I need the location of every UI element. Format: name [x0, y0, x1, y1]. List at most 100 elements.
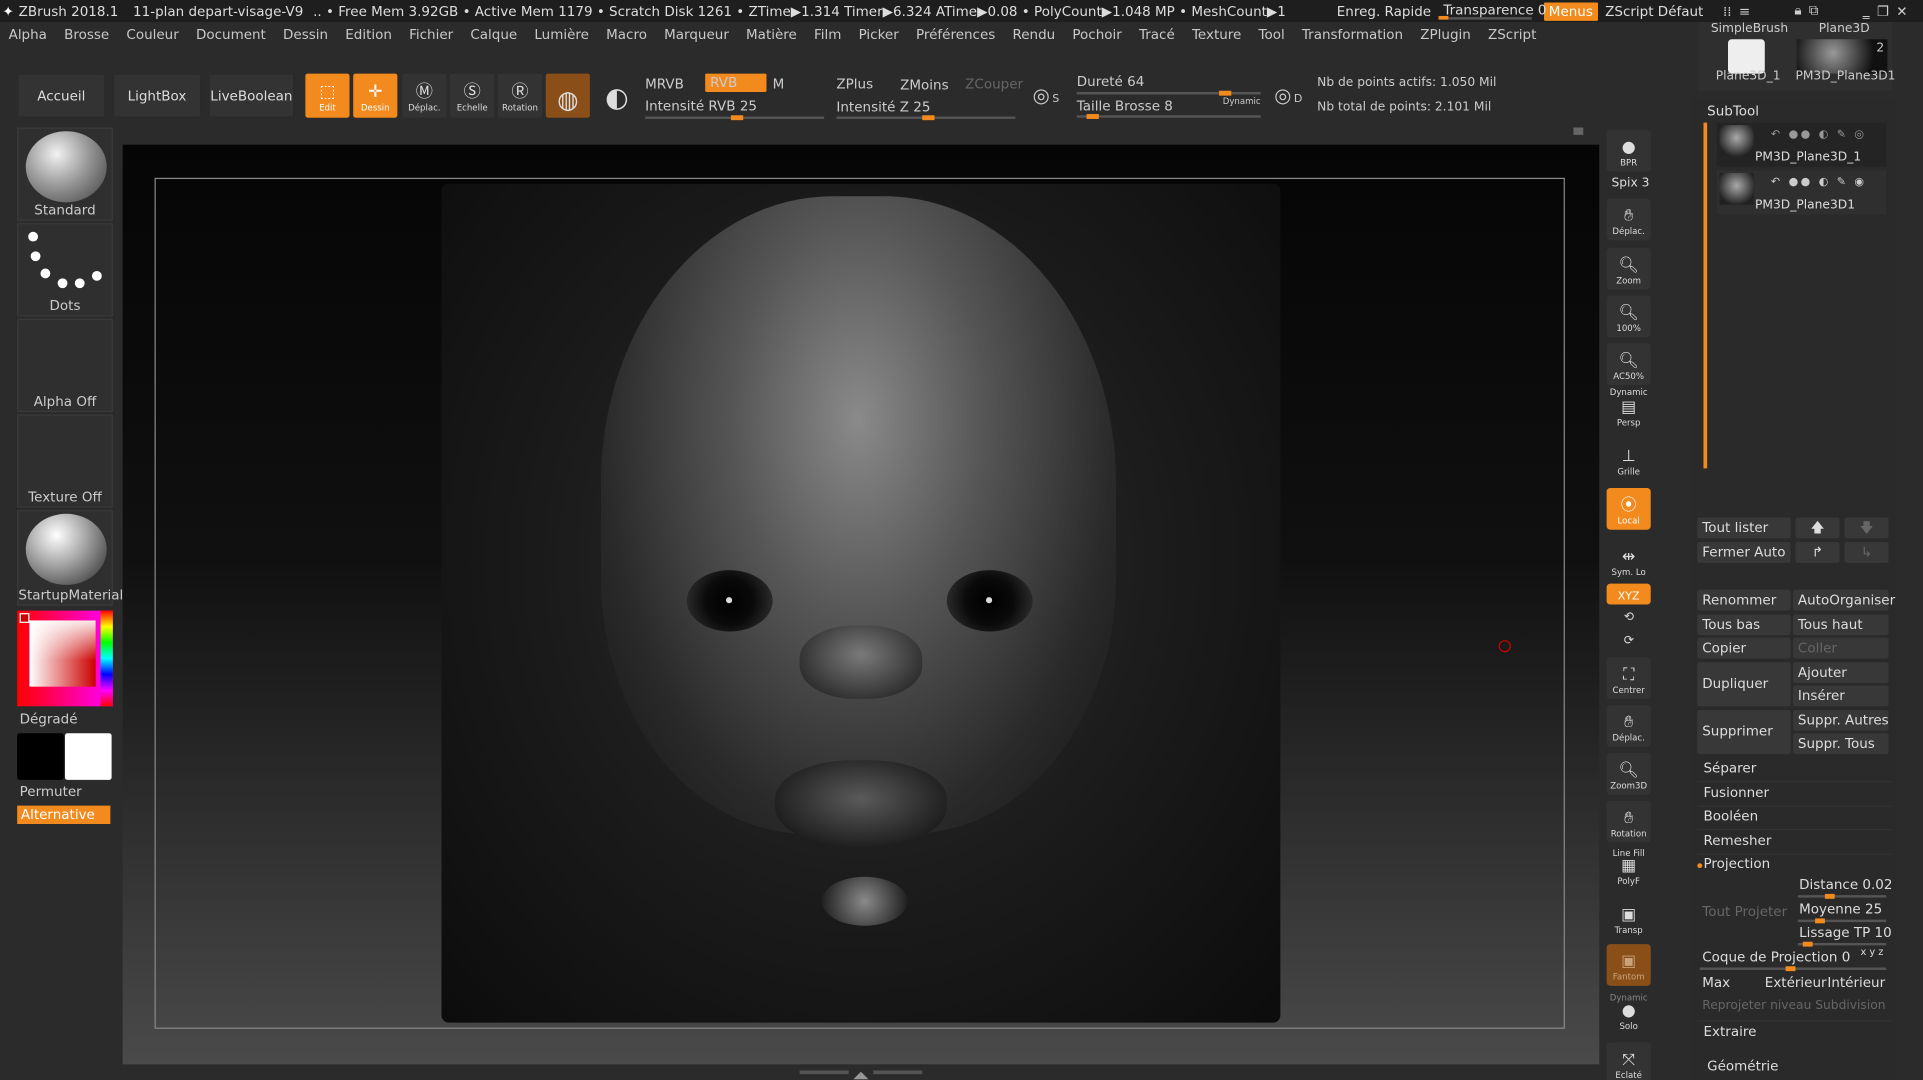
ajouter-button[interactable]: Ajouter — [1792, 662, 1889, 683]
brush-standard[interactable]: Standard — [17, 127, 113, 221]
renommer-button[interactable]: Renommer — [1697, 589, 1791, 611]
permuter-button[interactable]: Permuter — [20, 784, 82, 800]
projection-section[interactable]: Projection — [1703, 856, 1770, 872]
supprimer-button[interactable]: Supprimer — [1697, 709, 1791, 755]
move-up-button[interactable]: 🡅 — [1795, 517, 1840, 539]
sym-local-button[interactable]: ⇹ Sym. Lo — [1606, 539, 1651, 582]
transp-button[interactable]: ▣ Transp — [1606, 897, 1651, 940]
dupliquer-button[interactable]: Dupliquer — [1697, 662, 1791, 707]
m-toggle[interactable]: M — [773, 76, 785, 92]
centrer-button[interactable]: ⛶ Centrer — [1606, 657, 1651, 699]
menus-toggle[interactable]: Menus — [1543, 1, 1598, 21]
spix-slider[interactable]: Spix 3 — [1611, 177, 1649, 190]
remesher-section[interactable]: Remesher — [1703, 833, 1771, 849]
subtool-title[interactable]: SubTool — [1707, 103, 1759, 119]
quicksave-button[interactable]: Enreg. Rapide — [1337, 3, 1431, 19]
menu-item[interactable]: Film — [805, 25, 850, 47]
rotate-z-icon[interactable]: ⟳ — [1624, 634, 1634, 647]
layout-icon[interactable]: ⁞⁞ — [1723, 3, 1732, 19]
coque-axes[interactable]: x y z — [1860, 947, 1883, 958]
subtool-item[interactable]: ↶ ●● ◐ ✎ ◎ PM3D_Plane3D_1 — [1716, 122, 1887, 167]
menu-item[interactable]: Préférences — [907, 25, 1004, 47]
suppr-autres-button[interactable]: Suppr. Autres — [1792, 709, 1889, 731]
menu-item[interactable]: ZScript — [1479, 25, 1545, 47]
dessin-button[interactable]: ✛ Dessin — [353, 73, 398, 118]
menu-item[interactable]: Texture — [1183, 25, 1250, 47]
menu-item[interactable]: ZPlugin — [1412, 25, 1480, 47]
menu-item[interactable]: Tracé — [1130, 25, 1183, 47]
deplac-3d-button[interactable]: ✋︎ Déplac. — [1606, 705, 1651, 747]
pm3d-thumb[interactable] — [1796, 39, 1888, 74]
menu-item[interactable]: Picker — [850, 25, 907, 47]
color-square[interactable] — [29, 620, 96, 687]
bpr-button[interactable]: ● BPR — [1606, 129, 1651, 172]
subtool-scrollbar[interactable] — [1703, 122, 1708, 469]
alpha-slot[interactable]: Alpha Off — [17, 318, 113, 413]
alternative-button[interactable]: Alternative — [17, 805, 111, 825]
plane3d-thumb[interactable] — [1727, 39, 1765, 74]
menu-item[interactable]: Rendu — [1004, 25, 1064, 47]
accueil-button[interactable]: Accueil — [17, 73, 106, 118]
tous-haut-button[interactable]: Tous haut — [1792, 614, 1889, 636]
geometrie-section[interactable]: Géométrie — [1707, 1058, 1778, 1074]
grille-button[interactable]: ⊥ Grille — [1606, 438, 1651, 481]
primary-color-swatch[interactable] — [17, 733, 64, 780]
tout-projeter-button[interactable]: Tout Projeter — [1702, 904, 1787, 920]
menu-item[interactable]: Macro — [598, 25, 656, 47]
taille-brosse-slider[interactable] — [1076, 114, 1261, 119]
inserer-button[interactable]: Insérer — [1792, 685, 1889, 707]
d-focal-icon[interactable]: ◎ — [1274, 83, 1291, 106]
menu-item[interactable]: Lumière — [526, 25, 598, 47]
draw-mode-sphere-button[interactable]: ◐ — [594, 73, 639, 118]
insert-up-button[interactable]: ↱ — [1795, 541, 1840, 563]
fusionner-section[interactable]: Fusionner — [1703, 785, 1769, 801]
minimize-icon[interactable]: ‗ — [1863, 3, 1870, 19]
menu-item[interactable]: Dessin — [274, 25, 336, 47]
intensite-z-slider[interactable] — [836, 115, 1016, 121]
autoorganiser-button[interactable]: AutoOrganiser — [1792, 589, 1895, 611]
menu-item[interactable]: Couleur — [118, 25, 188, 47]
tous-bas-button[interactable]: Tous bas — [1697, 614, 1791, 636]
window-icon[interactable]: ⧉ — [1809, 2, 1819, 19]
menu-item[interactable]: Fichier — [401, 25, 462, 47]
local-button[interactable]: ⦿ Local — [1606, 488, 1651, 530]
stroke-dots[interactable]: Dots — [17, 223, 113, 317]
fermer-auto-button[interactable]: Fermer Auto — [1697, 541, 1791, 563]
subtool-controls-icon[interactable]: ↶ ●● ◐ ✎ ◎ — [1771, 129, 1867, 141]
suppr-tous-button[interactable]: Suppr. Tous — [1792, 733, 1889, 755]
degrade-label[interactable]: Dégradé — [20, 711, 78, 727]
color-picker[interactable] — [17, 610, 113, 707]
eclate-button[interactable]: ⤧ Eclaté — [1606, 1042, 1651, 1080]
separer-section[interactable]: Séparer — [1703, 760, 1756, 776]
ac50-button[interactable]: 🔍︎ AC50% — [1606, 343, 1651, 386]
material-sphere-button[interactable]: ◍ — [545, 73, 590, 118]
rvb-toggle[interactable]: RVB — [705, 73, 767, 92]
bottom-tray-handle[interactable]: ◢◣ — [797, 1069, 925, 1080]
zoom-button[interactable]: 🔍︎ Zoom — [1606, 247, 1651, 290]
coque-slider[interactable] — [1699, 966, 1887, 972]
deplac-view-button[interactable]: ✋︎ Déplac. — [1606, 198, 1651, 241]
max-toggle[interactable]: Max — [1702, 975, 1730, 991]
restore-icon[interactable]: ❐ — [1877, 3, 1889, 19]
reprojeter-button[interactable]: Reprojeter niveau Subdivision — [1702, 999, 1885, 1012]
liveboolean-button[interactable]: LiveBoolean — [208, 73, 295, 118]
subtool-controls-icon[interactable]: ↶ ●● ◐ ✎ ◉ — [1771, 177, 1867, 189]
zoom100-button[interactable]: 🔍︎ 100% — [1606, 295, 1651, 338]
interieur-toggle[interactable]: Intérieur — [1827, 975, 1885, 991]
menu-item[interactable]: Alpha — [0, 25, 56, 47]
mrvb-toggle[interactable]: MRVB — [645, 76, 684, 92]
intensite-rvb-slider[interactable] — [645, 115, 825, 121]
alien-face-sculpt[interactable] — [441, 183, 1281, 1023]
insert-down-button[interactable]: ↳ — [1844, 541, 1889, 563]
menu-item[interactable]: Pochoir — [1064, 25, 1131, 47]
lock-icon[interactable]: 🔒︎ — [1794, 2, 1801, 19]
fantom-button[interactable]: ▣ Fantom — [1606, 944, 1651, 986]
menu-item[interactable]: Document — [187, 25, 274, 47]
close-icon[interactable]: ✕ — [1896, 3, 1907, 19]
dynamic-toggle[interactable]: Dynamic — [1223, 97, 1261, 107]
distance-slider[interactable] — [1797, 893, 1887, 899]
zmoins-toggle[interactable]: ZMoins — [900, 77, 948, 93]
hue-strip[interactable] — [100, 610, 113, 707]
xyz-button[interactable]: XYZ — [1606, 583, 1651, 605]
rotation-button[interactable]: Ⓡ Rotation — [497, 73, 543, 118]
